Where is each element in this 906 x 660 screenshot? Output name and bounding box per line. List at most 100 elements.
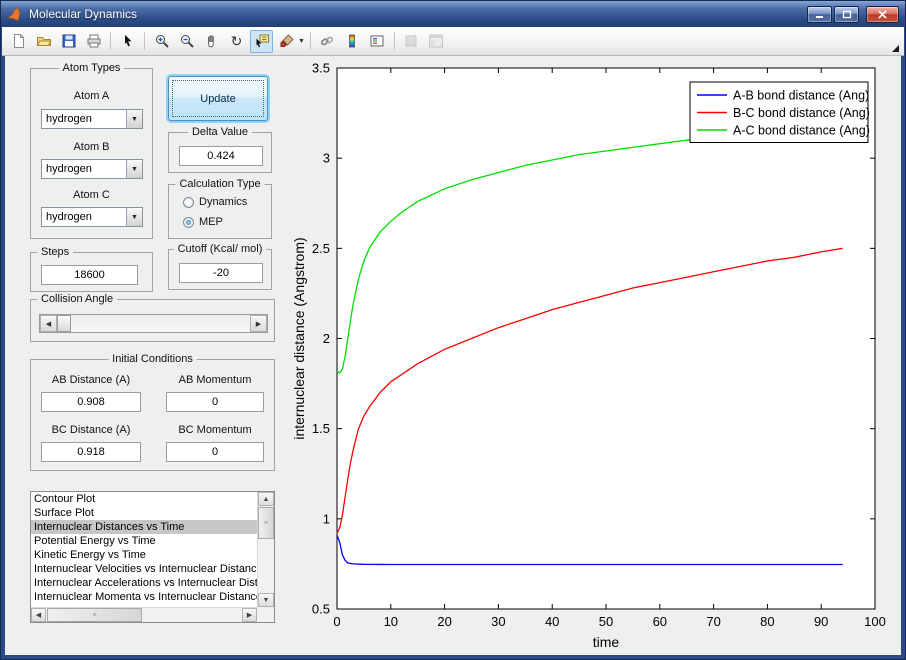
slider-left-arrow-icon[interactable]: ◀: [40, 315, 57, 332]
cutoff-panel-title: Cutoff (Kcal/ mol): [173, 243, 267, 255]
slider-thumb[interactable]: [57, 315, 71, 332]
atom-a-dropdown[interactable]: hydrogen ▼: [41, 109, 143, 129]
steps-panel-title: Steps: [37, 246, 74, 258]
atom-a-value: hydrogen: [46, 113, 92, 125]
new-figure-icon[interactable]: [7, 30, 30, 53]
ab-momentum-label: AB Momentum: [178, 374, 252, 386]
svg-text:60: 60: [653, 614, 667, 629]
list-item[interactable]: Internuclear Accelerations vs Internucle…: [31, 576, 257, 590]
toolbar-separator: [309, 32, 311, 50]
horizontal-scrollbar[interactable]: ◀ ≡ ▶: [31, 607, 257, 622]
scroll-down-arrow-icon[interactable]: ▼: [258, 593, 274, 607]
cutoff-panel: Cutoff (Kcal/ mol): [168, 243, 272, 290]
delta-value-field[interactable]: [179, 146, 263, 166]
insert-legend-icon[interactable]: [366, 30, 389, 53]
matlab-app-icon: [7, 6, 23, 22]
steps-panel: Steps: [30, 246, 153, 292]
bc-momentum-field[interactable]: [166, 442, 264, 462]
chevron-down-icon[interactable]: ▼: [126, 110, 142, 128]
horizontal-scroll-thumb[interactable]: ≡: [47, 608, 142, 622]
show-plot-tools-icon[interactable]: [425, 30, 448, 53]
svg-text:1.5: 1.5: [312, 421, 330, 436]
svg-text:80: 80: [760, 614, 774, 629]
zoom-in-icon[interactable]: [150, 30, 173, 53]
minimize-button[interactable]: [807, 5, 832, 23]
atom-b-label: Atom B: [73, 141, 110, 153]
cutoff-field[interactable]: [179, 263, 263, 283]
window-title: Molecular Dynamics: [29, 7, 138, 21]
bc-distance-field[interactable]: [41, 442, 141, 462]
update-button[interactable]: Update: [168, 76, 268, 121]
mep-radio[interactable]: MEP: [183, 216, 223, 228]
scroll-right-arrow-icon[interactable]: ▶: [242, 608, 257, 622]
save-figure-icon[interactable]: [57, 30, 80, 53]
toolbar-separator: [110, 32, 111, 50]
print-figure-icon[interactable]: [82, 30, 105, 53]
slider-right-arrow-icon[interactable]: ▶: [250, 315, 267, 332]
mep-radio-label: MEP: [199, 216, 223, 228]
brush-menu-arrow-icon[interactable]: ▼: [298, 38, 305, 45]
svg-text:0: 0: [333, 614, 340, 629]
zoom-out-icon[interactable]: [175, 30, 198, 53]
svg-text:100: 100: [864, 614, 886, 629]
scroll-left-arrow-icon[interactable]: ◀: [31, 608, 46, 622]
svg-text:30: 30: [491, 614, 505, 629]
link-plot-icon[interactable]: [316, 30, 339, 53]
list-item[interactable]: Kinetic Energy vs Time: [31, 548, 257, 562]
figure-toolbar: ↻ ▼: [2, 27, 904, 56]
brush-icon[interactable]: [275, 30, 298, 53]
plot-type-listbox[interactable]: Contour Plot Surface Plot Internuclear Dis…: [30, 491, 275, 623]
close-button[interactable]: [866, 5, 899, 23]
list-item[interactable]: Contour Plot: [31, 492, 257, 506]
svg-text:internuclear distance (Angstro: internuclear distance (Angstrom): [291, 237, 307, 439]
chart-area[interactable]: 0 10 20 30 40 50 60 70 80 90 100 0.5 1 1.5 2 2.5 3 3.5 tim…: [290, 61, 898, 656]
delta-value-panel-title: Delta Value: [187, 126, 253, 138]
radio-icon[interactable]: [183, 196, 194, 208]
dynamics-radio[interactable]: Dynamics: [183, 196, 247, 208]
bc-distance-label: BC Distance (A): [51, 424, 131, 436]
list-item[interactable]: Internuclear Momenta vs Internuclear Dis…: [31, 590, 257, 604]
atom-c-dropdown[interactable]: hydrogen ▼: [41, 207, 143, 227]
toolbar-separator: [393, 32, 395, 50]
ab-distance-field[interactable]: [41, 392, 141, 412]
open-file-icon[interactable]: [32, 30, 55, 53]
ab-momentum-field[interactable]: [166, 392, 264, 412]
chevron-down-icon[interactable]: ▼: [126, 160, 142, 178]
toolbar-separator: [144, 32, 145, 50]
atom-types-panel-title: Atom Types: [58, 62, 125, 74]
svg-text:40: 40: [545, 614, 559, 629]
vertical-scroll-thumb[interactable]: ≡: [258, 507, 274, 539]
hide-plot-tools-icon[interactable]: [400, 30, 423, 53]
list-item[interactable]: Internuclear Velocities vs Internuclear …: [31, 562, 257, 576]
radio-selected-icon[interactable]: [183, 216, 194, 228]
initial-conditions-panel-title: Initial Conditions: [108, 353, 197, 365]
maximize-button[interactable]: [834, 5, 859, 23]
collision-angle-slider[interactable]: ◀ ▶: [39, 314, 268, 333]
svg-text:1: 1: [323, 511, 330, 526]
vertical-scrollbar[interactable]: ▲ ≡ ▼: [257, 492, 274, 607]
data-cursor-icon[interactable]: [250, 29, 273, 53]
titlebar[interactable]: Molecular Dynamics: [1, 1, 905, 27]
delta-value-panel: Delta Value: [168, 126, 272, 173]
toolbar-overflow-arrow[interactable]: [892, 45, 899, 52]
atom-types-panel: Atom Types Atom A hydrogen ▼ Atom B hydr…: [30, 62, 153, 239]
list-item[interactable]: Internuclear Distances vs Time: [31, 520, 257, 534]
svg-text:3: 3: [323, 151, 330, 166]
steps-field[interactable]: [41, 265, 138, 285]
internuclear-distance-plot[interactable]: 0 10 20 30 40 50 60 70 80 90 100 0.5 1 1.5 2 2.5 3 3.5 tim…: [290, 61, 898, 656]
list-item[interactable]: Surface Plot: [31, 506, 257, 520]
window-controls: [807, 5, 899, 23]
collision-angle-panel: Collision Angle ◀ ▶: [30, 293, 275, 342]
insert-colorbar-icon[interactable]: [341, 30, 364, 53]
collision-angle-panel-title: Collision Angle: [37, 293, 118, 305]
pan-icon[interactable]: [200, 30, 223, 53]
ab-distance-label: AB Distance (A): [51, 374, 131, 386]
chevron-down-icon[interactable]: ▼: [126, 208, 142, 226]
atom-a-label: Atom A: [73, 90, 110, 102]
rotate-3d-icon[interactable]: ↻: [225, 30, 248, 53]
scroll-up-arrow-icon[interactable]: ▲: [258, 492, 274, 506]
list-item[interactable]: Potential Energy vs Time: [31, 534, 257, 548]
edit-plot-icon[interactable]: [116, 30, 139, 53]
atom-b-dropdown[interactable]: hydrogen ▼: [41, 159, 143, 179]
initial-conditions-panel: Initial Conditions AB Distance (A) AB Mo…: [30, 353, 275, 471]
